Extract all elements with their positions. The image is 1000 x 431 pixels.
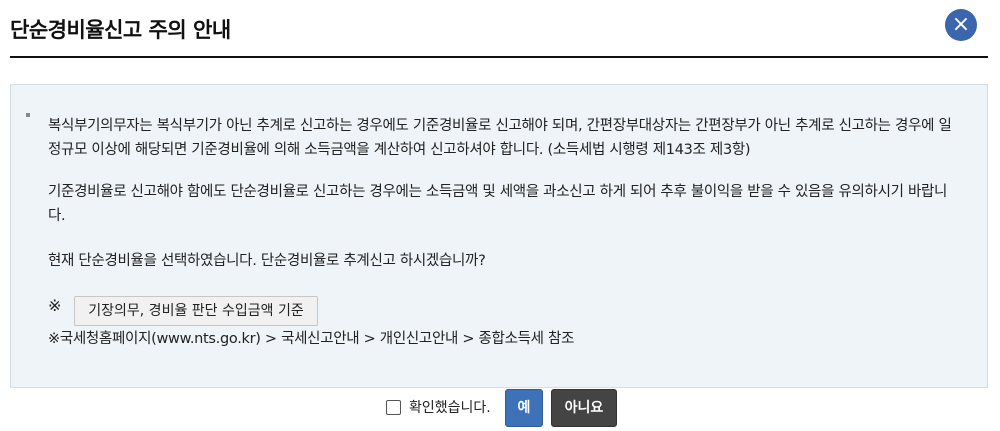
notice-paragraph-1-line-1: 복식부기의무자는 복식부기가 아닌 추계로 신고하는 경우에도 기준경비율로 신… (48, 118, 952, 134)
confirm-label[interactable]: 확인했습니다. (409, 397, 491, 417)
close-button[interactable]: × (945, 9, 977, 41)
notice-paragraph-2-line-2: 다. (48, 208, 66, 224)
notice-paragraph-1-line-2: 정규모 이상에 해당되면 기준경비율에 의해 소득금액을 계산하여 신고하셔야 … (48, 142, 751, 158)
notice-paragraph-3: 현재 단순경비율을 선택하였습니다. 단순경비율로 추계신고 하시겠습니까? (48, 253, 486, 269)
criteria-button[interactable]: 기장의무, 경비율 판단 수입금액 기준 (74, 296, 318, 326)
dialog-title: 단순경비율신고 주의 안내 (10, 18, 231, 42)
square-bullet-icon (26, 113, 30, 117)
reference-mark: ※ (48, 296, 62, 315)
reference-path: ※국세청홈페이지(www.nts.go.kr) > 국세신고안내 > 개인신고안… (48, 331, 575, 347)
yes-button[interactable]: 예 (505, 389, 543, 427)
no-button[interactable]: 아니요 (551, 389, 617, 427)
dialog-header: 단순경비율신고 주의 안내 (10, 0, 988, 58)
notice-paragraph-2-line-1: 기준경비율로 신고해야 함에도 단순경비율로 신고하는 경우에는 소득금액 및 … (48, 184, 948, 200)
close-icon: × (951, 12, 971, 37)
confirm-checkbox[interactable] (386, 399, 401, 415)
notice-paragraph-1: 복식부기의무자는 복식부기가 아닌 추계로 신고하는 경우에도 기준경비율로 신… (48, 114, 968, 162)
notice-paragraph-2: 기준경비율로 신고해야 함에도 단순경비율로 신고하는 경우에는 소득금액 및 … (48, 180, 968, 228)
confirm-checkbox-group[interactable]: 확인했습니다. (386, 396, 491, 418)
